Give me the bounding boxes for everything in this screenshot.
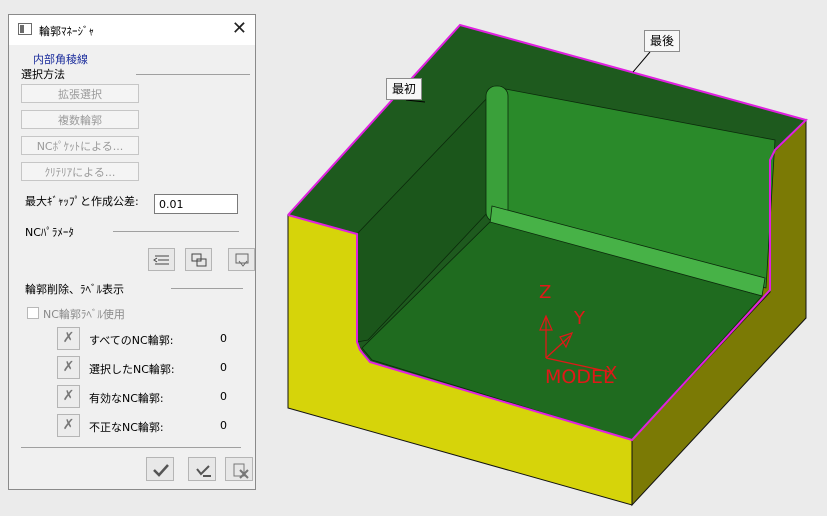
cancel-icon bbox=[233, 463, 249, 479]
app-icon bbox=[18, 23, 32, 35]
model-label: MODEL bbox=[545, 366, 614, 388]
row-label-all: すべてのNC輪郭: bbox=[89, 334, 174, 347]
cancel-button[interactable] bbox=[225, 457, 253, 481]
extend-select-button[interactable]: 拡張選択 bbox=[21, 84, 139, 103]
delete-all-button[interactable]: ✗ bbox=[57, 327, 80, 350]
nc-param-copy-button[interactable] bbox=[185, 248, 212, 271]
apply-button[interactable] bbox=[188, 457, 216, 481]
divider bbox=[136, 74, 250, 75]
row-label-valid: 有効なNC輪郭: bbox=[89, 392, 164, 405]
leader-last bbox=[632, 51, 651, 73]
row-label-invalid: 不正なNC輪郭: bbox=[89, 421, 164, 434]
tolerance-label: 最大ｷﾞｬｯﾌﾟと作成公差: bbox=[25, 195, 139, 208]
checkmark-icon bbox=[153, 464, 169, 477]
divider bbox=[21, 447, 241, 448]
use-label-checkbox[interactable] bbox=[27, 307, 39, 319]
dialog-titlebar[interactable]: 輪郭ﾏﾈｰｼﾞｬ ✕ bbox=[9, 15, 255, 45]
vertical-fillet bbox=[485, 85, 509, 223]
criteria-button[interactable]: ｸﾘﾃﾘｱによる... bbox=[21, 162, 139, 181]
apply-icon bbox=[196, 465, 211, 477]
divider bbox=[171, 288, 243, 289]
row-value-invalid: 0 bbox=[220, 419, 227, 432]
selection-method-header: 選択方法 bbox=[21, 68, 65, 81]
tag-first[interactable]: 最初 bbox=[386, 78, 423, 100]
multi-contour-button[interactable]: 複数輪郭 bbox=[21, 110, 139, 129]
tolerance-input[interactable] bbox=[154, 194, 238, 214]
dialog-title: 輪郭ﾏﾈｰｼﾞｬ bbox=[39, 25, 94, 38]
nc-params-header: NCﾊﾟﾗﾒｰﾀ bbox=[25, 226, 74, 239]
divider bbox=[113, 231, 239, 232]
nc-param-paste-button[interactable] bbox=[228, 248, 255, 271]
row-value-all: 0 bbox=[220, 332, 227, 345]
list-edit-icon bbox=[153, 255, 169, 265]
use-label-checkbox-label: NC輪郭ﾗﾍﾞﾙ使用 bbox=[43, 308, 125, 321]
contour-manager-dialog: 輪郭ﾏﾈｰｼﾞｬ ✕ 内部角稜線 選択方法 拡張選択 複数輪郭 NCﾎﾟｹｯﾄに… bbox=[8, 14, 256, 490]
nc-pocket-button[interactable]: NCﾎﾟｹｯﾄによる... bbox=[21, 136, 139, 155]
delete-label-header: 輪郭削除、ﾗﾍﾞﾙ表示 bbox=[25, 283, 124, 296]
delete-valid-button[interactable]: ✗ bbox=[57, 385, 80, 408]
paste-icon bbox=[235, 253, 249, 267]
nc-param-edit-button[interactable] bbox=[148, 248, 175, 271]
row-value-selected: 0 bbox=[220, 361, 227, 374]
subtitle: 内部角稜線 bbox=[33, 53, 88, 66]
delete-selected-button[interactable]: ✗ bbox=[57, 356, 80, 379]
axis-y-label: Y bbox=[574, 308, 585, 329]
ok-button[interactable] bbox=[146, 457, 174, 481]
row-value-valid: 0 bbox=[220, 390, 227, 403]
close-icon[interactable]: ✕ bbox=[232, 18, 247, 40]
tag-last[interactable]: 最後 bbox=[644, 30, 681, 52]
copy-icon bbox=[191, 253, 207, 267]
axis-z-label: Z bbox=[539, 282, 552, 303]
row-label-selected: 選択したNC輪郭: bbox=[89, 363, 175, 376]
delete-invalid-button[interactable]: ✗ bbox=[57, 414, 80, 437]
